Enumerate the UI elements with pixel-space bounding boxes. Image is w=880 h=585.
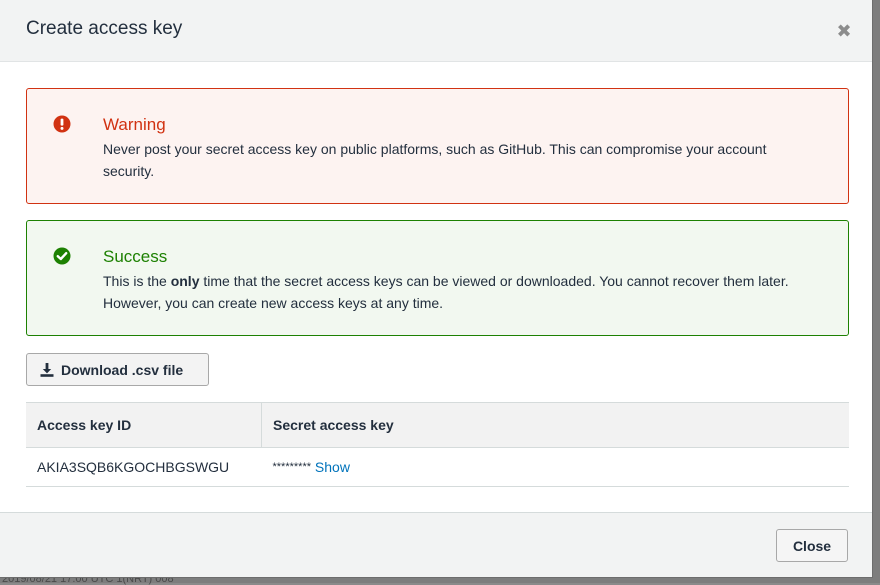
- success-message-emphasis: only: [170, 273, 200, 289]
- masked-secret: *********: [272, 461, 312, 473]
- success-title: Success: [103, 247, 168, 266]
- table-row: AKIA3SQB6KGOCHBGSWGU ********* Show: [26, 447, 849, 487]
- warning-title: Warning: [103, 115, 166, 134]
- success-message: This is the only time that the secret ac…: [103, 270, 803, 314]
- create-access-key-dialog: Create access key ✖ Warning Never post y…: [0, 0, 873, 578]
- dialog-header: Create access key ✖: [0, 0, 872, 62]
- secret-access-key-cell: ********* Show: [261, 447, 849, 487]
- column-header-secret-access-key: Secret access key: [261, 402, 849, 448]
- warning-alert: Warning Never post your secret access ke…: [26, 88, 849, 204]
- access-keys-table: Access key ID Secret access key AKIA3SQB…: [26, 402, 849, 487]
- exclamation-circle-icon: [53, 115, 71, 133]
- column-header-access-key-id: Access key ID: [26, 402, 262, 448]
- show-secret-link[interactable]: Show: [315, 459, 350, 475]
- success-message-start: This is the: [103, 273, 171, 289]
- download-csv-button[interactable]: Download .csv file: [26, 353, 209, 386]
- warning-message: Never post your secret access key on pub…: [103, 141, 767, 179]
- close-icon[interactable]: ✖: [833, 20, 855, 42]
- table-header-row: Access key ID Secret access key: [26, 402, 849, 448]
- dialog-footer: Close: [0, 512, 872, 577]
- dialog-title: Create access key: [26, 18, 183, 39]
- download-csv-label: Download .csv file: [61, 361, 184, 378]
- access-key-id-cell: AKIA3SQB6KGOCHBGSWGU: [26, 447, 262, 487]
- success-message-end: time that the secret access keys can be …: [103, 273, 789, 311]
- success-alert: Success This is the only time that the s…: [26, 220, 849, 336]
- check-circle-icon: [53, 247, 71, 265]
- close-button[interactable]: Close: [776, 529, 848, 562]
- download-icon: [40, 362, 54, 377]
